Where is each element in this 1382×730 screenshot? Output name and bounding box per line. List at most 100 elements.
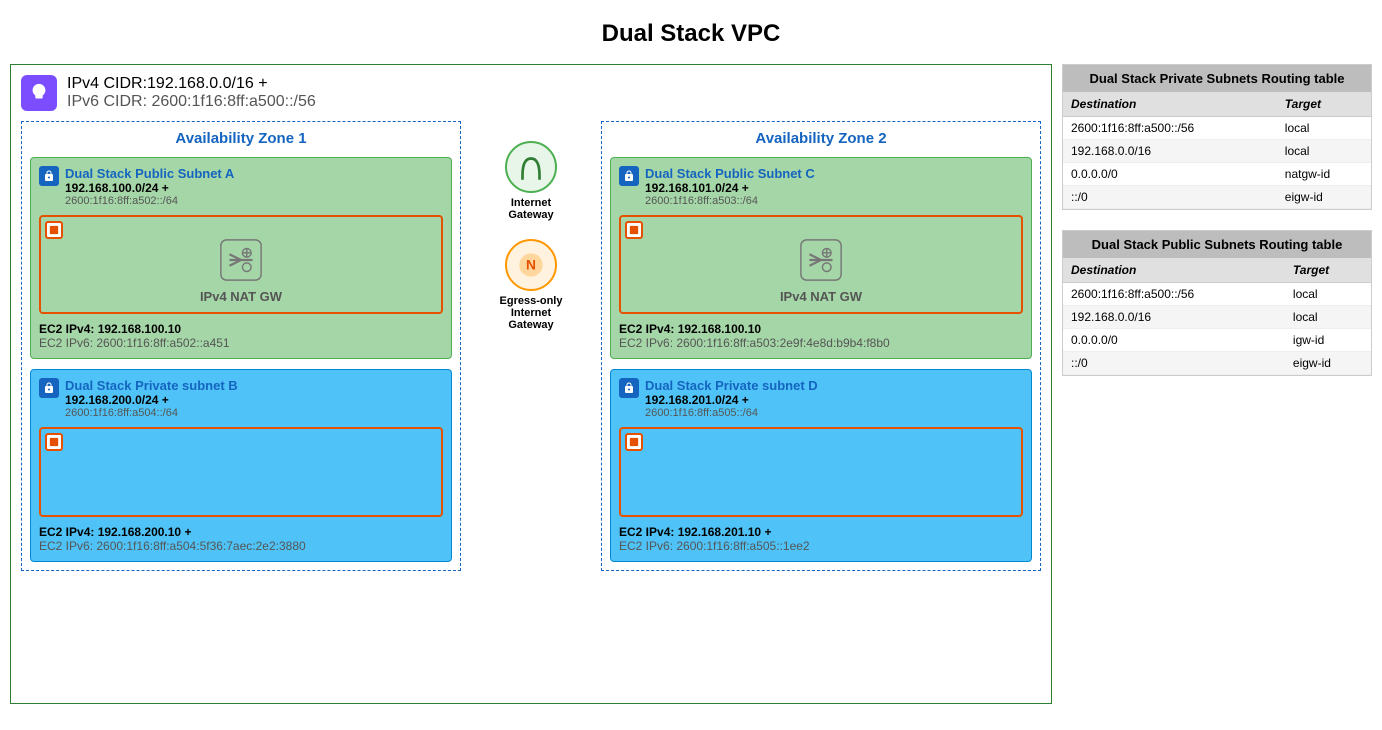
subnet-c-info: Dual Stack Public Subnet C 192.168.101.0… [645, 166, 815, 207]
private-table-target-header: Target [1277, 92, 1371, 117]
private-subnet-d: Dual Stack Private subnet D 192.168.201.… [610, 369, 1032, 562]
subnet-b-ipv6: 2600:1f16:8ff:a504::/64 [65, 407, 238, 419]
subnet-d-header: Dual Stack Private subnet D 192.168.201.… [619, 378, 1023, 419]
private-routing-table: Dual Stack Private Subnets Routing table… [1062, 64, 1372, 210]
ec2-c-info: EC2 IPv4: 192.168.100.10 EC2 IPv6: 2600:… [619, 322, 1023, 350]
az2-title: Availability Zone 2 [610, 130, 1032, 147]
table-row: 2600:1f16:8ff:a500::/56local [1063, 117, 1371, 140]
content-area: IPv4 CIDR:192.168.0.0/16 + IPv6 CIDR: 26… [10, 64, 1372, 704]
subnet-c-ipv6: 2600:1f16:8ff:a503::/64 [645, 195, 815, 207]
vpc-header: IPv4 CIDR:192.168.0.0/16 + IPv6 CIDR: 26… [21, 75, 1041, 111]
ec2-icon-small [49, 225, 59, 235]
dest-cell: 2600:1f16:8ff:a500::/56 [1063, 283, 1285, 306]
subnet-d-info: Dual Stack Private subnet D 192.168.201.… [645, 378, 818, 419]
igw-label: InternetGateway [508, 197, 553, 221]
nat-gw-svg-c [798, 237, 844, 283]
vpc-ipv4-cidr: IPv4 CIDR:192.168.0.0/16 + [67, 75, 316, 93]
eigw-circle: N [505, 239, 557, 291]
page: Dual Stack VPC IPv4 CIDR:192.168.0.0/16 … [0, 0, 1382, 724]
subnet-a-name: Dual Stack Public Subnet A [65, 166, 234, 181]
subnet-a-info: Dual Stack Public Subnet A 192.168.100.0… [65, 166, 234, 207]
subnet-b-name: Dual Stack Private subnet B [65, 378, 238, 393]
public-subnet-a: Dual Stack Public Subnet A 192.168.100.0… [30, 157, 452, 359]
nat-gw-svg-a [218, 237, 264, 283]
table-row: 192.168.0.0/16local [1063, 140, 1371, 163]
private-table-dest-header: Destination [1063, 92, 1277, 117]
vpc-icon [21, 75, 57, 111]
ec2-b-ipv6: EC2 IPv6: 2600:1f16:8ff:a504:5f36:7aec:2… [39, 539, 443, 553]
table-row: ::/0eigw-id [1063, 186, 1371, 209]
nat-gw-c-label: IPv4 NAT GW [780, 289, 862, 304]
public-subnet-c: Dual Stack Public Subnet C 192.168.101.0… [610, 157, 1032, 359]
az-layout: Availability Zone 1 Dual Stack Public Su… [21, 121, 1041, 571]
vpc-cloud-icon [28, 82, 50, 104]
public-routing-table-content: Destination Target 2600:1f16:8ff:a500::/… [1063, 258, 1371, 375]
subnet-d-ipv6: 2600:1f16:8ff:a505::/64 [645, 407, 818, 419]
table-row: 2600:1f16:8ff:a500::/56local [1063, 283, 1371, 306]
az2-column: Availability Zone 2 Dual Stack Public Su… [601, 121, 1041, 571]
ec2-d-info: EC2 IPv4: 192.168.201.10 + EC2 IPv6: 260… [619, 525, 1023, 553]
igw-item: InternetGateway [505, 141, 557, 221]
nat-gw-c-box: IPv4 NAT GW [619, 215, 1023, 314]
ec2-c-ipv4: EC2 IPv4: 192.168.100.10 [619, 322, 1023, 336]
subnet-c-lock-icon [619, 166, 639, 186]
subnet-d-lock-icon [619, 378, 639, 398]
vpc-cidr-block: IPv4 CIDR:192.168.0.0/16 + IPv6 CIDR: 26… [67, 75, 316, 111]
table-row: 0.0.0.0/0igw-id [1063, 329, 1371, 352]
ec2-icon-small-b [49, 437, 59, 447]
lock-icon [43, 170, 55, 182]
target-cell: local [1285, 283, 1371, 306]
subnet-b-ipv4: 192.168.200.0/24 + [65, 393, 238, 407]
dest-cell: ::/0 [1063, 352, 1285, 375]
dest-cell: 0.0.0.0/0 [1063, 163, 1277, 186]
nat-gw-a-corner-icon [45, 221, 63, 239]
nat-gw-c-icon [796, 235, 846, 285]
target-cell: eigw-id [1277, 186, 1371, 209]
eigw-item: N Egress-onlyInternetGateway [500, 239, 563, 331]
subnet-d-ipv4: 192.168.201.0/24 + [645, 393, 818, 407]
dest-cell: 192.168.0.0/16 [1063, 140, 1277, 163]
target-cell: natgw-id [1277, 163, 1371, 186]
subnet-b-info: Dual Stack Private subnet B 192.168.200.… [65, 378, 238, 419]
ec2-d-box [619, 427, 1023, 517]
ec2-d-ipv6: EC2 IPv6: 2600:1f16:8ff:a505::1ee2 [619, 539, 1023, 553]
subnet-c-ipv4: 192.168.101.0/24 + [645, 181, 815, 195]
vpc-container: IPv4 CIDR:192.168.0.0/16 + IPv6 CIDR: 26… [10, 64, 1052, 704]
target-cell: local [1277, 117, 1371, 140]
nat-gw-a-label: IPv4 NAT GW [200, 289, 282, 304]
svg-text:N: N [526, 256, 536, 272]
subnet-d-name: Dual Stack Private subnet D [645, 378, 818, 393]
lock-icon-c [623, 170, 635, 182]
az1-title: Availability Zone 1 [30, 130, 452, 147]
ec2-b-box [39, 427, 443, 517]
subnet-a-lock-icon [39, 166, 59, 186]
nat-gw-c-corner-icon [625, 221, 643, 239]
igw-circle [505, 141, 557, 193]
public-routing-table-title: Dual Stack Public Subnets Routing table [1063, 231, 1371, 258]
ec2-b-corner-icon [45, 433, 63, 451]
private-subnet-b: Dual Stack Private subnet B 192.168.200.… [30, 369, 452, 562]
gateway-column: InternetGateway N Egress-onlyInternetGat… [466, 121, 596, 331]
igw-icon [514, 150, 548, 184]
table-row: 192.168.0.0/16local [1063, 306, 1371, 329]
private-routing-table-title: Dual Stack Private Subnets Routing table [1063, 65, 1371, 92]
ec2-d-ipv4: EC2 IPv4: 192.168.201.10 + [619, 525, 1023, 539]
public-table-dest-header: Destination [1063, 258, 1285, 283]
nat-gw-a-icon [216, 235, 266, 285]
ec2-a-ipv6: EC2 IPv6: 2600:1f16:8ff:a502::a451 [39, 336, 443, 350]
vpc-ipv6-cidr: IPv6 CIDR: 2600:1f16:8ff:a500::/56 [67, 93, 316, 111]
public-routing-table: Dual Stack Public Subnets Routing table … [1062, 230, 1372, 376]
ec2-c-ipv6: EC2 IPv6: 2600:1f16:8ff:a503:2e9f:4e8d:b… [619, 336, 1023, 350]
lock-icon-d [623, 382, 635, 394]
target-cell: igw-id [1285, 329, 1371, 352]
nat-gw-a-box: IPv4 NAT GW [39, 215, 443, 314]
ec2-b-ipv4: EC2 IPv4: 192.168.200.10 + [39, 525, 443, 539]
dest-cell: 192.168.0.0/16 [1063, 306, 1285, 329]
target-cell: local [1277, 140, 1371, 163]
dest-cell: ::/0 [1063, 186, 1277, 209]
ec2-a-info: EC2 IPv4: 192.168.100.10 EC2 IPv6: 2600:… [39, 322, 443, 350]
eigw-label: Egress-onlyInternetGateway [500, 295, 563, 331]
subnet-a-ipv4: 192.168.100.0/24 + [65, 181, 234, 195]
dest-cell: 0.0.0.0/0 [1063, 329, 1285, 352]
page-title: Dual Stack VPC [602, 20, 781, 48]
